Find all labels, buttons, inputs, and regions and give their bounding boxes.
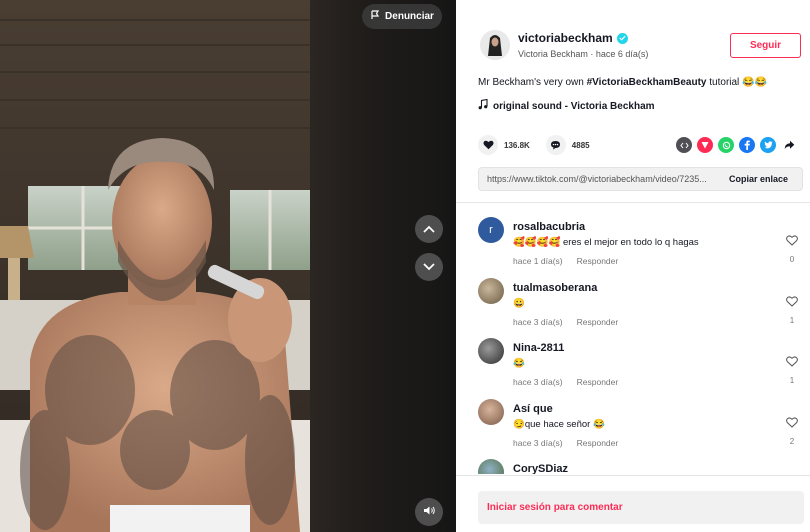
video-url-field[interactable]: https://www.tiktok.com/@victoriabeckham/… [479, 174, 719, 184]
caption-prefix: Mr Beckham's very own [478, 77, 587, 88]
avatar-initial: r [489, 224, 493, 236]
author-display-name: Victoria Beckham [518, 49, 588, 59]
previous-video-button[interactable] [415, 215, 443, 243]
comment-list[interactable]: r rosalbacubria 🥰🥰🥰🥰 eres el mejor en to… [456, 203, 810, 474]
comment-like-count: 2 [789, 437, 795, 446]
reply-button[interactable]: Responder [577, 438, 619, 448]
facebook-icon[interactable] [739, 137, 755, 153]
share-icons [676, 137, 797, 153]
flag-icon [370, 10, 380, 23]
video-frame-image [0, 0, 310, 532]
author-username[interactable]: victoriabeckham [518, 31, 613, 45]
whatsapp-icon[interactable] [718, 137, 734, 153]
comment-author[interactable]: Así que [513, 403, 553, 415]
comment-text: 😀 [513, 298, 525, 309]
comment-like-count: 1 [789, 376, 795, 385]
comment-like-button[interactable]: 0 [786, 233, 798, 264]
comment-author[interactable]: CorySDiaz [513, 463, 568, 474]
comment-stat[interactable]: 4885 [545, 135, 590, 155]
follow-button[interactable]: Seguir [730, 33, 801, 58]
heart-outline-icon [786, 354, 798, 372]
like-count: 136.8K [504, 140, 530, 150]
report-button[interactable]: Denunciar [362, 4, 442, 29]
heart-icon[interactable] [478, 135, 498, 155]
chevron-up-icon [423, 220, 435, 238]
comment-avatar[interactable] [478, 278, 504, 304]
comment-text: 😏que hace señor 😂 [513, 419, 605, 430]
video-frame[interactable] [0, 0, 310, 532]
verified-icon [616, 32, 628, 44]
details-panel: victoriabeckham Victoria Beckham · hace … [456, 0, 810, 532]
comment-meta: hace 3 día(s) Responder [513, 377, 618, 387]
comment-like-count: 0 [789, 255, 795, 264]
comment-icon[interactable] [545, 135, 566, 155]
sound-link[interactable]: original sound - Victoria Beckham [478, 98, 655, 113]
comment-time: hace 3 día(s) [513, 438, 563, 448]
caption-hashtag[interactable]: #VictoriaBeckhamBeauty [587, 77, 707, 88]
comment-count: 4885 [571, 140, 590, 150]
heart-outline-icon [786, 233, 798, 251]
comment-meta: hace 3 día(s) Responder [513, 438, 618, 448]
login-to-comment-button[interactable]: Iniciar sesión para comentar [478, 491, 804, 524]
comment-avatar[interactable] [478, 399, 504, 425]
comment-meta: hace 3 día(s) Responder [513, 317, 618, 327]
comment-like-button[interactable]: 2 [786, 415, 798, 446]
comment-author[interactable]: tualmasoberana [513, 282, 597, 294]
tiktok-video-page: Denunciar victoriabeckham Victoria Beckh… [0, 0, 810, 532]
engagement-stats: 136.8K 4885 [478, 135, 606, 155]
comment-avatar[interactable] [478, 459, 504, 474]
like-stat[interactable]: 136.8K [478, 135, 530, 155]
video-player[interactable]: Denunciar [0, 0, 456, 532]
comment-avatar[interactable]: r [478, 217, 504, 243]
next-video-button[interactable] [415, 253, 443, 281]
comment-author[interactable]: Nina-2811 [513, 342, 564, 354]
comment-text: 😂 [513, 358, 525, 369]
author-info[interactable]: victoriabeckham Victoria Beckham · hace … [480, 30, 648, 60]
twitter-icon[interactable] [760, 137, 776, 153]
comment-like-button[interactable]: 1 [786, 354, 798, 385]
send-icon[interactable] [697, 137, 713, 153]
avatar[interactable] [480, 30, 510, 60]
comment-text: 🥰🥰🥰🥰 eres el mejor en todo lo q hagas [513, 237, 699, 248]
music-note-icon [478, 98, 488, 113]
heart-outline-icon [786, 294, 798, 312]
comment-like-button[interactable]: 1 [786, 294, 798, 325]
comment-time: hace 3 día(s) [513, 317, 563, 327]
caption-suffix: tutorial [706, 77, 743, 88]
heart-outline-icon [786, 415, 798, 433]
reply-button[interactable]: Responder [577, 317, 619, 327]
embed-icon[interactable] [676, 137, 692, 153]
copy-link-button[interactable]: Copiar enlace [719, 174, 788, 184]
caption-emoji: 😂😂 [742, 77, 767, 88]
report-label: Denunciar [385, 11, 434, 22]
reply-button[interactable]: Responder [577, 256, 619, 266]
volume-button[interactable] [415, 498, 443, 526]
comment-author[interactable]: rosalbacubria [513, 221, 585, 233]
reply-button[interactable]: Responder [577, 377, 619, 387]
post-time: hace 6 día(s) [595, 49, 649, 59]
share-arrow-icon[interactable] [781, 137, 797, 153]
sound-label[interactable]: original sound - Victoria Beckham [493, 101, 655, 112]
volume-icon [423, 503, 436, 521]
comment-footer: Iniciar sesión para comentar [456, 475, 810, 532]
comment-time: hace 1 día(s) [513, 256, 563, 266]
comment-like-count: 1 [789, 316, 795, 325]
comment-meta: hace 1 día(s) Responder [513, 256, 618, 266]
copy-link-row: https://www.tiktok.com/@victoriabeckham/… [478, 167, 803, 191]
video-caption: Mr Beckham's very own #VictoriaBeckhamBe… [478, 77, 767, 88]
comment-time: hace 3 día(s) [513, 377, 563, 387]
comment-avatar[interactable] [478, 338, 504, 364]
chevron-down-icon [423, 258, 435, 276]
